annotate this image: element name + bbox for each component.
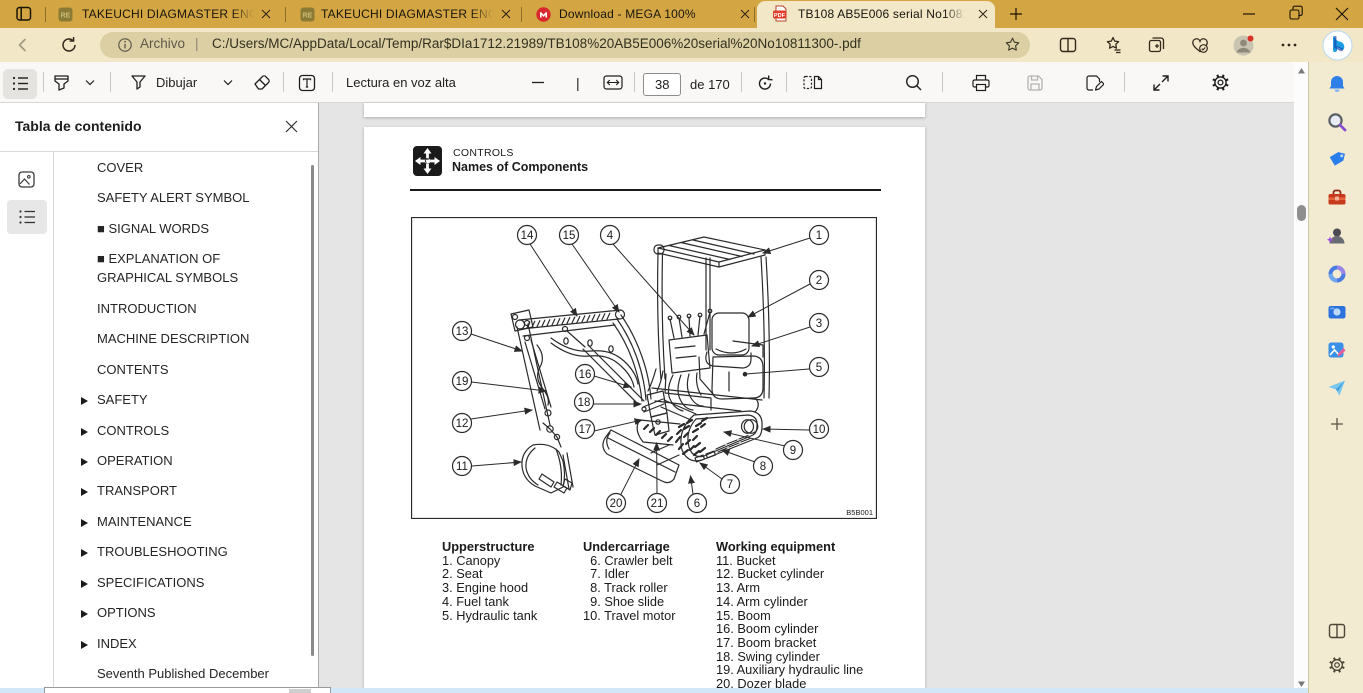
svg-text:21: 21 — [651, 498, 664, 510]
svg-text:20: 20 — [610, 498, 623, 510]
svg-text:RE: RE — [61, 12, 71, 19]
svg-text:6: 6 — [694, 498, 700, 510]
svg-text:10: 10 — [813, 424, 826, 436]
svg-text:8: 8 — [760, 461, 766, 473]
svg-text:3: 3 — [816, 318, 822, 330]
svg-text:12: 12 — [456, 418, 469, 430]
svg-text:5: 5 — [816, 362, 822, 374]
svg-text:11: 11 — [456, 461, 468, 473]
svg-text:7: 7 — [727, 479, 733, 491]
svg-text:B5B001: B5B001 — [846, 508, 873, 517]
svg-text:9: 9 — [790, 445, 796, 457]
svg-text:14: 14 — [521, 230, 534, 242]
svg-text:15: 15 — [563, 230, 576, 242]
svg-text:4: 4 — [607, 230, 614, 242]
svg-text:2: 2 — [816, 275, 822, 287]
svg-text:19: 19 — [456, 376, 469, 388]
svg-text:18: 18 — [578, 397, 591, 409]
svg-text:17: 17 — [579, 424, 592, 436]
svg-text:PDF: PDF — [774, 12, 786, 18]
svg-text:RE: RE — [303, 12, 313, 19]
svg-text:1: 1 — [816, 230, 822, 242]
svg-text:16: 16 — [579, 369, 592, 381]
svg-text:13: 13 — [456, 326, 469, 338]
